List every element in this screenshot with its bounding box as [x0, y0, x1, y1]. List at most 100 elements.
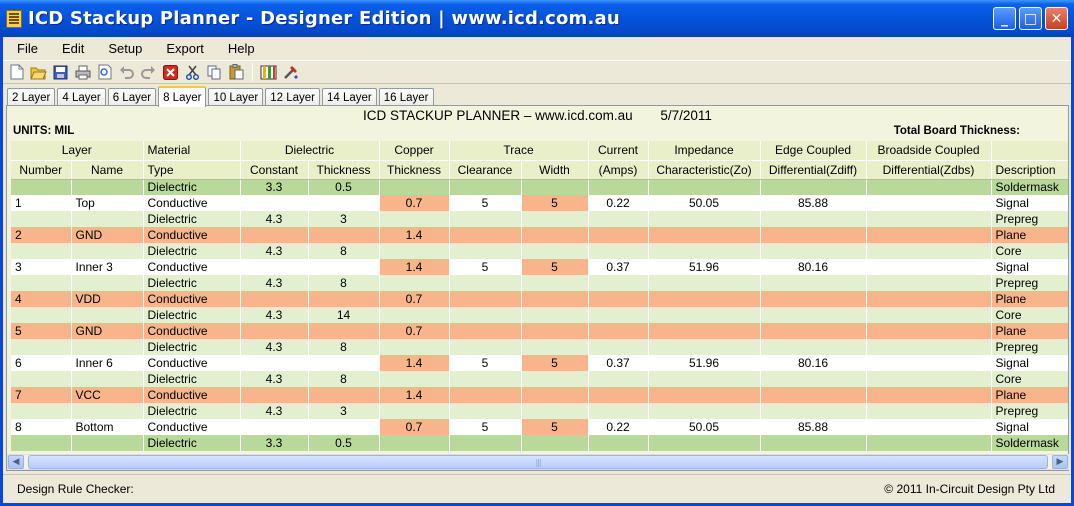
cell-zdiff[interactable]: 80.16 — [760, 259, 867, 275]
cell-zdbs[interactable] — [866, 227, 992, 243]
cell-zdbs[interactable] — [866, 291, 992, 307]
cell-amps[interactable] — [588, 227, 649, 243]
title-bar[interactable]: ICD Stackup Planner - Designer Edition |… — [0, 0, 1074, 37]
cell-width[interactable]: 5 — [521, 195, 589, 211]
cell-name[interactable]: Inner 3 — [71, 259, 144, 275]
table-row[interactable]: Dielectric 4.3 3 Prepreg — [11, 211, 1068, 227]
cell-zdbs[interactable] — [866, 259, 992, 275]
cell-constant[interactable]: 4.3 — [240, 275, 309, 291]
new-icon[interactable] — [7, 63, 26, 82]
cell-zo[interactable] — [648, 371, 761, 387]
cell-copper[interactable]: 1.4 — [379, 227, 450, 243]
cell-clearance[interactable] — [449, 403, 522, 419]
cell-constant[interactable] — [240, 259, 309, 275]
cell-zdbs[interactable] — [866, 323, 992, 339]
cell-width[interactable] — [521, 323, 589, 339]
cell-thickness[interactable]: 14 — [308, 307, 380, 323]
cell-zdiff[interactable] — [760, 435, 867, 451]
cell-name[interactable]: Top — [71, 195, 144, 211]
table-row[interactable]: 8 Bottom Conductive 0.7 5 5 0.22 50.05 85.88 Sign… — [11, 419, 1068, 435]
col-zdbs[interactable]: Differential(Zdbs) — [866, 160, 992, 180]
menu-help[interactable]: Help — [214, 41, 265, 56]
col-width[interactable]: Width — [521, 160, 589, 180]
minimize-button[interactable]: _ — [993, 7, 1016, 30]
cell-zdbs[interactable] — [866, 355, 992, 371]
cell-amps[interactable] — [588, 403, 649, 419]
cell-description[interactable]: Signal — [991, 195, 1068, 211]
table-row[interactable]: Dielectric 3.3 0.5 Soldermask — [11, 179, 1068, 195]
cell-thickness[interactable]: 8 — [308, 243, 380, 259]
cell-zdbs[interactable] — [866, 307, 992, 323]
cell-zdiff[interactable] — [760, 339, 867, 355]
stackup-sheet[interactable]: ICD STACKUP PLANNER – www.icd.com.au 5/7… — [6, 105, 1069, 471]
cell-clearance[interactable] — [449, 243, 522, 259]
cell-amps[interactable] — [588, 323, 649, 339]
cell-name[interactable]: Bottom — [71, 419, 144, 435]
cell-zdiff[interactable] — [760, 211, 867, 227]
tab-4-layer[interactable]: 4 Layer — [57, 88, 106, 106]
cell-name[interactable]: VCC — [71, 387, 144, 403]
cell-clearance[interactable]: 5 — [449, 419, 522, 435]
menu-export[interactable]: Export — [152, 41, 214, 56]
cell-clearance[interactable] — [449, 323, 522, 339]
tab-12-layer[interactable]: 12 Layer — [265, 88, 320, 106]
cell-name[interactable] — [71, 243, 144, 259]
tab-8-layer[interactable]: 8 Layer — [158, 86, 207, 107]
app-icon[interactable] — [6, 9, 22, 28]
table-row[interactable]: Dielectric 4.3 14 Core — [11, 307, 1068, 323]
cell-copper[interactable] — [379, 275, 450, 291]
cell-amps[interactable] — [588, 291, 649, 307]
close-button[interactable]: ✕ — [1045, 7, 1068, 30]
col-zdiff[interactable]: Differential(Zdiff) — [760, 160, 867, 180]
cell-width[interactable] — [521, 307, 589, 323]
cell-zdiff[interactable] — [760, 403, 867, 419]
cell-width[interactable] — [521, 371, 589, 387]
cell-description[interactable]: Plane — [991, 291, 1068, 307]
cell-constant[interactable] — [240, 323, 309, 339]
cell-zo[interactable] — [648, 291, 761, 307]
open-icon[interactable] — [29, 63, 48, 82]
cell-zdbs[interactable] — [866, 419, 992, 435]
menu-setup[interactable]: Setup — [94, 41, 152, 56]
cell-number[interactable] — [11, 371, 72, 387]
cell-zdbs[interactable] — [866, 339, 992, 355]
cell-clearance[interactable] — [449, 307, 522, 323]
cell-clearance[interactable] — [449, 387, 522, 403]
cell-name[interactable] — [71, 435, 144, 451]
col-description[interactable]: Description — [991, 160, 1068, 180]
cell-copper[interactable] — [379, 435, 450, 451]
cell-type[interactable]: Conductive — [143, 387, 241, 403]
horizontal-scrollbar[interactable]: ◀ ||| ▶ — [7, 454, 1069, 470]
columns-icon[interactable] — [259, 63, 278, 82]
cell-type[interactable]: Dielectric — [143, 371, 241, 387]
cell-name[interactable] — [71, 339, 144, 355]
tab-16-layer[interactable]: 16 Layer — [378, 88, 434, 106]
table-row[interactable]: 2 GND Conductive 1.4 Plane — [11, 227, 1068, 243]
table-row[interactable]: Dielectric 4.3 8 Prepreg — [11, 275, 1068, 291]
cell-copper[interactable] — [379, 243, 450, 259]
cell-zo[interactable] — [648, 403, 761, 419]
cell-zdiff[interactable]: 85.88 — [760, 419, 867, 435]
cell-zdiff[interactable]: 85.88 — [760, 195, 867, 211]
cell-constant[interactable]: 4.3 — [240, 339, 309, 355]
cell-zdiff[interactable] — [760, 227, 867, 243]
cell-type[interactable]: Dielectric — [143, 211, 241, 227]
cell-clearance[interactable] — [449, 435, 522, 451]
cell-clearance[interactable]: 5 — [449, 259, 522, 275]
cell-amps[interactable] — [588, 339, 649, 355]
cell-number[interactable] — [11, 307, 72, 323]
cell-type[interactable]: Conductive — [143, 227, 241, 243]
cell-zdbs[interactable] — [866, 403, 992, 419]
cell-copper[interactable] — [379, 179, 450, 195]
cell-constant[interactable] — [240, 291, 309, 307]
cell-thickness[interactable]: 3 — [308, 211, 380, 227]
cell-thickness[interactable] — [308, 259, 380, 275]
col-number[interactable]: Number — [11, 160, 72, 180]
cell-number[interactable]: 7 — [11, 387, 72, 403]
col-dielectric-thickness[interactable]: Thickness — [308, 160, 380, 180]
cell-copper[interactable] — [379, 371, 450, 387]
cell-name[interactable] — [71, 275, 144, 291]
cell-type[interactable]: Dielectric — [143, 403, 241, 419]
cell-amps[interactable]: 0.37 — [588, 259, 649, 275]
cell-type[interactable]: Conductive — [143, 323, 241, 339]
